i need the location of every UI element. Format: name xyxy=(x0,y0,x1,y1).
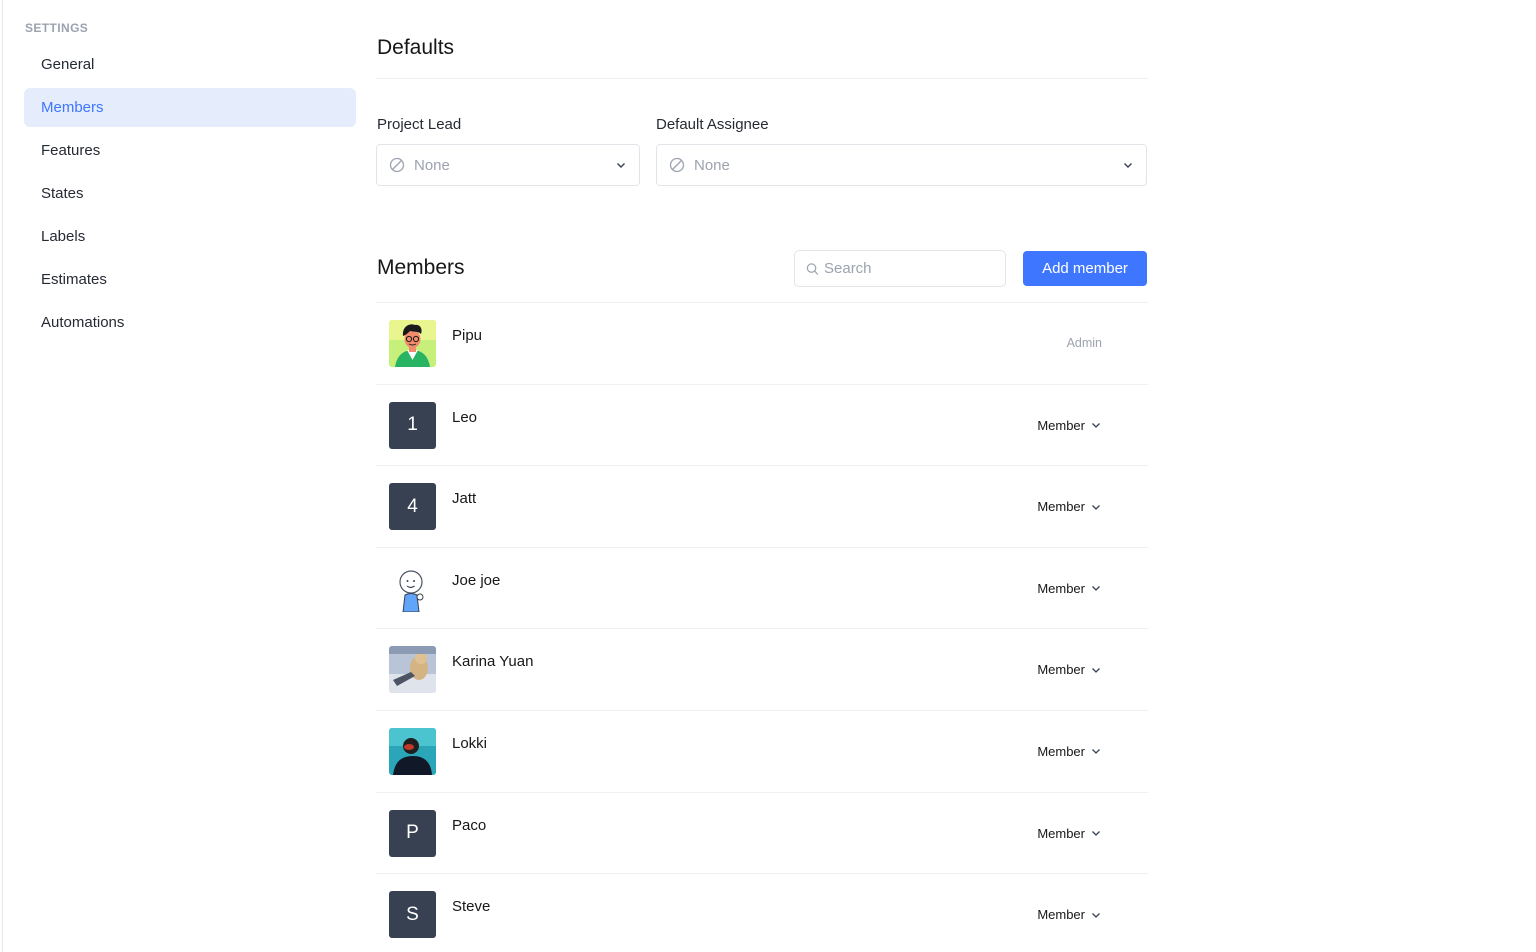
member-row: P Paco Member xyxy=(376,791,1148,874)
member-row: Pipu Admin xyxy=(376,302,1148,384)
role-label: Member xyxy=(1037,825,1085,841)
member-row: 1 Leo Member xyxy=(376,383,1148,466)
sidebar-item-states[interactable]: States xyxy=(24,174,356,213)
default-assignee-label: Default Assignee xyxy=(656,116,769,133)
member-name: Lokki xyxy=(452,734,488,752)
defaults-title: Defaults xyxy=(377,36,455,59)
member-row: Joe joe Member xyxy=(376,546,1148,629)
chevron-down-icon xyxy=(1124,163,1132,168)
role-label: Member xyxy=(1037,743,1085,759)
add-member-button[interactable]: Add member xyxy=(1023,251,1147,286)
role-dropdown[interactable]: Member xyxy=(1037,744,1101,759)
role-dropdown[interactable]: Member xyxy=(1037,826,1101,841)
ban-icon xyxy=(389,157,405,173)
chevron-down-icon xyxy=(1092,504,1100,510)
role-dropdown[interactable]: Member xyxy=(1037,499,1101,514)
avatar: 1 xyxy=(389,401,436,449)
project-lead-label: Project Lead xyxy=(377,116,462,133)
sidebar-item-features[interactable]: Features xyxy=(24,131,356,170)
default-assignee-select[interactable]: None xyxy=(656,144,1147,186)
chevron-down-icon xyxy=(1092,912,1100,918)
member-name: Karina Yuan xyxy=(452,653,534,671)
role-dropdown[interactable]: Member xyxy=(1037,418,1101,433)
role-dropdown[interactable]: Member xyxy=(1037,907,1101,922)
member-name: Joe joe xyxy=(452,571,501,589)
member-name: Pipu xyxy=(452,327,483,344)
settings-sidebar: SETTINGS General Members Features States… xyxy=(0,0,370,952)
sidebar-heading: SETTINGS xyxy=(25,21,89,35)
avatar-illustration xyxy=(389,564,436,612)
project-lead-select[interactable]: None xyxy=(376,144,640,186)
chevron-down-icon xyxy=(1092,423,1100,429)
member-name: Jatt xyxy=(452,490,477,508)
avatar-photo xyxy=(389,646,436,694)
avatar-photo xyxy=(389,727,436,775)
member-row: 4 Jatt Member xyxy=(376,465,1148,547)
chevron-down-icon xyxy=(1092,831,1100,836)
member-name: Leo xyxy=(452,408,478,426)
role-label: Member xyxy=(1037,662,1085,678)
member-row: S Steve Member xyxy=(376,873,1148,952)
project-lead-value: None xyxy=(414,156,450,174)
ban-icon xyxy=(669,157,685,173)
role-dropdown[interactable]: Member xyxy=(1037,581,1101,596)
role-label: Member xyxy=(1037,417,1085,433)
settings-nav: General Members Features States Labels E… xyxy=(24,45,356,346)
chevron-down-icon xyxy=(1092,749,1100,755)
avatar xyxy=(389,646,436,694)
settings-page: SETTINGS General Members Features States… xyxy=(0,0,1536,952)
avatar xyxy=(389,727,436,775)
avatar: P xyxy=(389,809,436,857)
avatar xyxy=(389,564,436,612)
search-icon xyxy=(806,262,819,275)
avatar: 4 xyxy=(389,483,436,531)
section-divider xyxy=(376,78,1148,79)
member-row: Karina Yuan Member xyxy=(376,628,1148,710)
member-list: Pipu Admin 1 Leo Member 4 Jatt Member Jo… xyxy=(376,302,1148,952)
role-badge: Admin xyxy=(1066,336,1102,350)
sidebar-item-estimates[interactable]: Estimates xyxy=(24,260,356,299)
default-assignee-value: None xyxy=(694,156,730,174)
member-search xyxy=(794,250,1006,287)
role-dropdown[interactable]: Member xyxy=(1037,662,1101,677)
chevron-down-icon xyxy=(617,163,625,168)
chevron-down-icon xyxy=(1092,586,1100,592)
member-row: Lokki Member xyxy=(376,709,1148,792)
member-name: Steve xyxy=(452,898,491,916)
avatar xyxy=(389,320,436,367)
sidebar-item-automations[interactable]: Automations xyxy=(24,303,356,342)
member-name: Paco xyxy=(452,816,487,834)
search-input[interactable] xyxy=(824,260,994,277)
role-label: Member xyxy=(1037,907,1085,923)
sidebar-item-members[interactable]: Members xyxy=(24,88,356,127)
chevron-down-icon xyxy=(1092,667,1100,673)
role-label: Member xyxy=(1037,499,1085,515)
sidebar-item-general[interactable]: General xyxy=(24,45,356,84)
role-label: Member xyxy=(1037,580,1085,596)
members-title: Members xyxy=(377,256,465,279)
avatar-illustration xyxy=(389,320,436,367)
sidebar-item-labels[interactable]: Labels xyxy=(24,217,356,256)
avatar: S xyxy=(389,891,436,939)
